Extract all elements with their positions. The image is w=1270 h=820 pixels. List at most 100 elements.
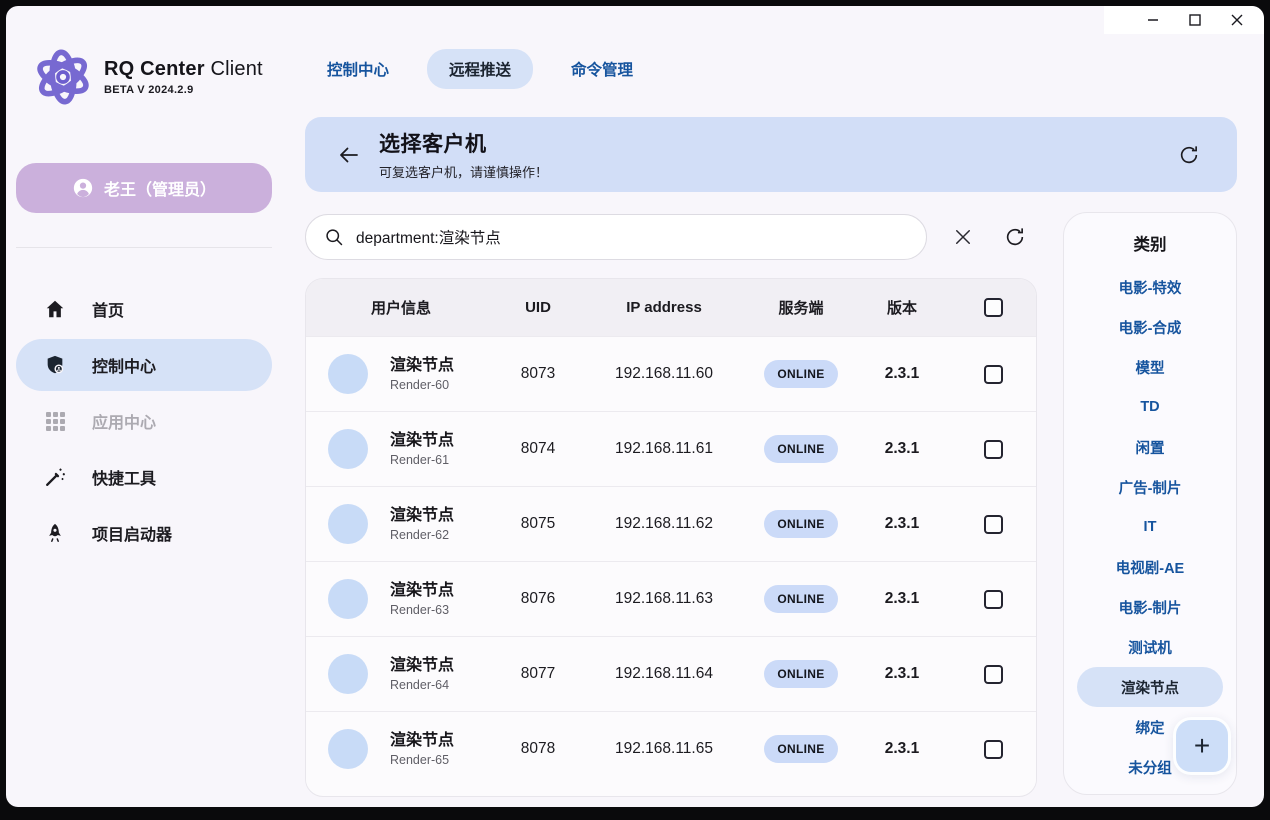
client-uid: 8078 [488,712,588,786]
top-tabs: 控制中心 远程推送 命令管理 [305,50,655,88]
category-item[interactable]: 电影-制片 [1077,587,1223,627]
sidebar: RQ Center Client BETA V 2024.2.9 老王（管理员） [6,6,296,807]
search-icon [324,227,344,247]
client-hostname: Render-64 [390,678,454,692]
sidebar-item-app-center[interactable]: 应用中心 [16,395,272,447]
client-ip: 192.168.11.61 [594,412,734,486]
back-arrow-icon [337,143,361,167]
tab-command-management[interactable]: 命令管理 [549,49,655,89]
client-hostname: Render-61 [390,453,454,467]
avatar [328,579,368,619]
header-uid: UID [488,279,588,336]
table-header: 用户信息 UID IP address 服务端 版本 [306,279,1036,336]
sidebar-item-label: 应用中心 [92,409,156,433]
select-client-banner: 选择客户机 可复选客户机，请谨慎操作！ [305,117,1237,192]
row-checkbox[interactable] [984,365,1003,384]
row-checkbox[interactable] [984,665,1003,684]
sidebar-item-control-center[interactable]: 控制中心 [16,339,272,391]
select-all-checkbox[interactable] [984,298,1003,317]
category-item-selected[interactable]: 渲染节点 [1077,667,1223,707]
clear-search-button[interactable] [945,219,981,255]
tab-control-center[interactable]: 控制中心 [305,49,411,89]
client-name: 渲染节点 [390,431,454,450]
client-uid: 8076 [488,562,588,636]
table-row[interactable]: 渲染节点Render-64 8077 192.168.11.64 ONLINE … [306,636,1036,711]
client-version: 2.3.1 [862,412,942,486]
status-badge: ONLINE [764,585,837,613]
sidebar-item-label: 控制中心 [92,353,156,377]
minimize-icon [1146,13,1160,27]
category-item[interactable]: 闲置 [1077,427,1223,467]
status-badge: ONLINE [764,735,837,763]
category-item[interactable]: TD [1077,387,1223,427]
client-ip: 192.168.11.64 [594,637,734,711]
category-item[interactable]: 电影-特效 [1077,267,1223,307]
sidebar-item-quick-tools[interactable]: 快捷工具 [16,451,272,503]
header-version: 版本 [862,279,942,336]
avatar [328,354,368,394]
maximize-icon [1188,13,1202,27]
app-logo: RQ Center Client BETA V 2024.2.9 [32,46,263,108]
client-ip: 192.168.11.60 [594,337,734,411]
table-row[interactable]: 渲染节点Render-61 8074 192.168.11.61 ONLINE … [306,411,1036,486]
refresh-icon [1178,144,1200,166]
banner-text: 选择客户机 可复选客户机，请谨慎操作！ [379,128,1171,181]
sidebar-nav: 首页 控制中心 [16,283,272,563]
category-item[interactable]: 电视剧-AE [1077,547,1223,587]
client-name: 渲染节点 [390,581,454,600]
client-version: 2.3.1 [862,337,942,411]
client-ip: 192.168.11.65 [594,712,734,786]
plus-icon: + [1194,730,1210,762]
row-checkbox[interactable] [984,590,1003,609]
maximize-button[interactable] [1178,8,1212,32]
window-controls [1104,6,1264,34]
client-ip: 192.168.11.63 [594,562,734,636]
magic-wand-icon [44,466,66,488]
close-button[interactable] [1220,8,1254,32]
atom-logo-icon [32,46,94,108]
tab-remote-push[interactable]: 远程推送 [427,49,533,89]
app-version: BETA V 2024.2.9 [104,84,263,96]
user-name-label: 老王（管理员） [104,176,216,200]
client-hostname: Render-60 [390,378,454,392]
header-server: 服务端 [751,279,851,336]
row-checkbox[interactable] [984,440,1003,459]
sidebar-item-label: 快捷工具 [92,465,156,489]
client-name: 渲染节点 [390,656,454,675]
category-item[interactable]: 模型 [1077,347,1223,387]
add-category-fab[interactable]: + [1173,717,1231,775]
category-item[interactable]: 电影-合成 [1077,307,1223,347]
categories-panel: 类别 电影-特效 电影-合成 模型 TD 闲置 广告-制片 IT 电视剧-AE … [1063,212,1237,795]
minimize-button[interactable] [1136,8,1170,32]
header-ip: IP address [594,279,734,336]
client-hostname: Render-62 [390,528,454,542]
category-item[interactable]: 测试机 [1077,627,1223,667]
sidebar-item-home[interactable]: 首页 [16,283,272,335]
back-button[interactable] [329,135,369,175]
category-item[interactable]: 广告-制片 [1077,467,1223,507]
avatar [328,504,368,544]
client-version: 2.3.1 [862,637,942,711]
banner-refresh-button[interactable] [1171,137,1207,173]
search-input[interactable] [356,228,910,246]
status-badge: ONLINE [764,360,837,388]
table-row[interactable]: 渲染节点Render-60 8073 192.168.11.60 ONLINE … [306,336,1036,411]
search-refresh-button[interactable] [997,219,1033,255]
clear-x-icon [953,227,973,247]
row-checkbox[interactable] [984,740,1003,759]
status-badge: ONLINE [764,435,837,463]
sidebar-item-label: 项目启动器 [92,521,172,545]
refresh-icon [1004,226,1026,248]
user-badge[interactable]: 老王（管理员） [16,163,272,213]
sidebar-item-project-launcher[interactable]: 项目启动器 [16,507,272,559]
header-user-info: 用户信息 [346,279,456,336]
client-version: 2.3.1 [862,562,942,636]
row-checkbox[interactable] [984,515,1003,534]
table-row[interactable]: 渲染节点Render-65 8078 192.168.11.65 ONLINE … [306,711,1036,786]
table-row[interactable]: 渲染节点Render-63 8076 192.168.11.63 ONLINE … [306,561,1036,636]
table-row[interactable]: 渲染节点Render-62 8075 192.168.11.62 ONLINE … [306,486,1036,561]
status-badge: ONLINE [764,510,837,538]
category-item[interactable]: IT [1077,507,1223,547]
client-hostname: Render-65 [390,753,454,767]
app-title-bold: RQ Center [104,58,205,80]
